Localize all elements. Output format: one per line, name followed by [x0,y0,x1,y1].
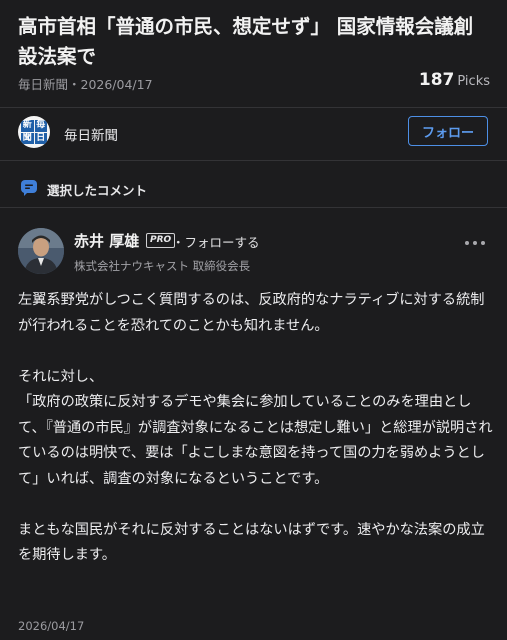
picks-counter[interactable]: 187 Picks [419,70,490,90]
comment-paragraph: 「政府の政策に反対するデモや集会に参加していることのみを理由として、『普通の市民… [18,394,493,487]
follow-publisher-button[interactable]: フォロー [408,116,488,146]
commenter-header: 赤井 厚雄 PRO ・フォローする 株式会社ナウキャスト 取締役会長 [0,224,507,284]
comment-paragraph: まともな国民がそれに反対することはないはずです。速やかな法案の成立を期待します。 [18,521,485,564]
selected-comment-header: 選択したコメント [0,174,507,204]
logo-char: 毎 [34,120,47,132]
publisher-name[interactable]: 毎日新聞 [64,124,118,144]
logo-char: 日 [34,132,47,144]
more-options-icon[interactable] [463,238,487,248]
article-title[interactable]: 高市首相「普通の市民、想定せず」 国家情報会議創設法案で [18,12,492,72]
logo-char: 新 [21,120,34,132]
source-date: 毎日新聞・2026/04/17 [18,77,153,92]
divider [0,160,507,161]
picks-count: 187 [418,70,455,90]
picks-label: Picks [457,74,490,89]
divider [0,207,507,208]
avatar[interactable] [18,228,64,274]
publisher-row: 新 毎 聞 日 毎日新聞 フォロー [0,108,507,158]
comment-body: 左翼系野党がしつこく質問するのは、反政府的なナラティブに対する統制が行われること… [18,288,494,569]
follow-user-link[interactable]: ・フォローする [172,232,260,251]
comment-paragraph: それに対し、 [18,368,104,385]
article-meta: 毎日新聞・2026/04/17 187 Picks [18,70,490,96]
comment-date: 2026/04/17 [18,619,85,633]
pro-badge: PRO [146,233,176,248]
comment-bubble-icon [21,180,37,196]
logo-char: 聞 [21,132,34,144]
section-label: 選択したコメント [47,183,148,198]
comment-paragraph: 左翼系野党がしつこく質問するのは、反政府的なナラティブに対する統制が行われること… [18,292,485,334]
commenter-title: 株式会社ナウキャスト 取締役会長 [74,259,251,273]
publisher-logo[interactable]: 新 毎 聞 日 [18,116,50,148]
commenter-name[interactable]: 赤井 厚雄 [74,230,139,251]
